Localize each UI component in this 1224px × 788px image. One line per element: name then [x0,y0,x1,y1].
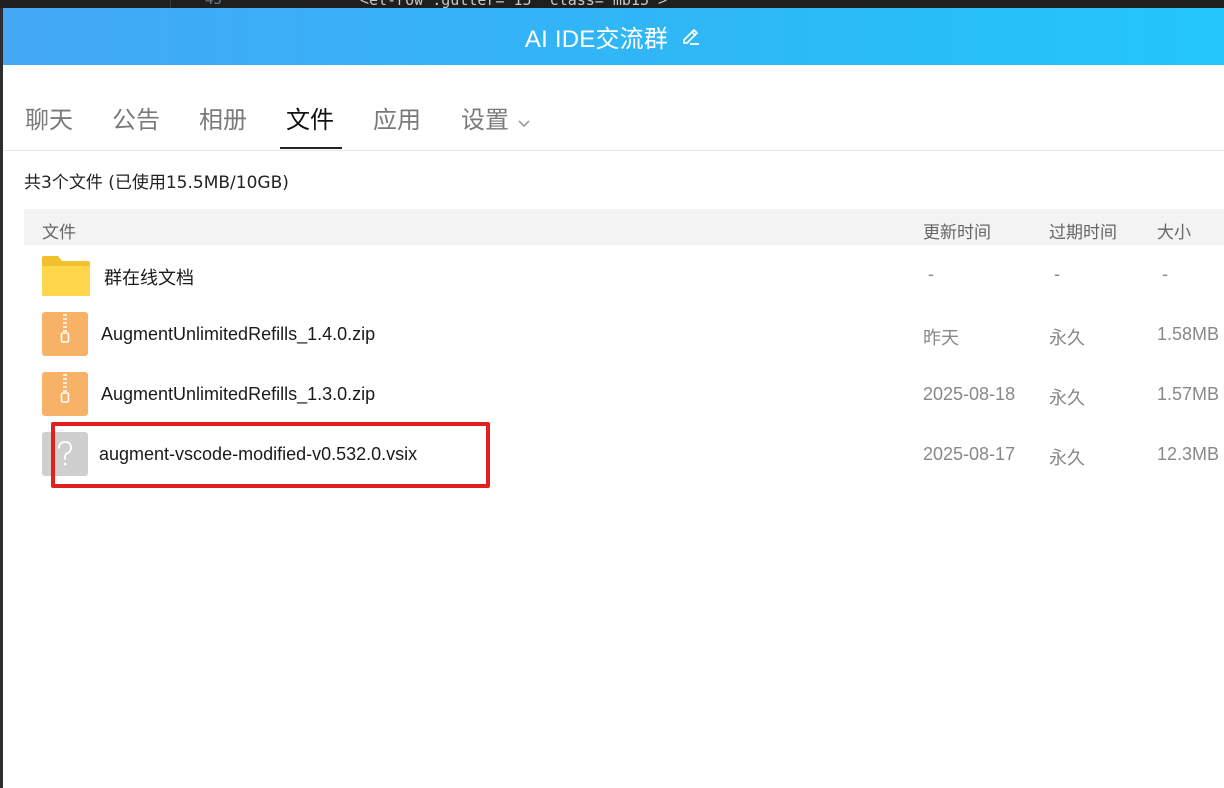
chevron-down-icon [517,106,531,136]
file-name[interactable]: AugmentUnlimitedRefills_1.3.0.zip [101,384,375,405]
file-row-vsix[interactable]: augment-vscode-modified-v0.532.0.vsix 20… [24,426,1224,486]
zip-file-icon [42,312,88,360]
group-files-window: AI IDE交流群 聊天 公告 相册 文件 应用 设置 共3个文件 (已使用15… [3,8,1224,788]
file-updated: 2025-08-17 [923,444,1016,464]
file-row-zip[interactable]: AugmentUnlimitedRefills_1.4.0.zip 昨天 永久 … [24,306,1224,366]
file-updated: - [928,264,934,284]
unknown-file-icon [42,432,88,480]
header-updated-time[interactable]: 更新时间 [923,218,991,243]
header-file[interactable]: 文件 [42,218,76,243]
tab-chat[interactable]: 聊天 [25,105,73,135]
tab-bar: 聊天 公告 相册 文件 应用 设置 [3,65,1224,151]
tab-apps[interactable]: 应用 [373,105,421,135]
file-updated: 2025-08-18 [923,384,1016,404]
tab-announcements[interactable]: 公告 [112,105,160,135]
header-size[interactable]: 大小 [1157,218,1191,243]
file-expires: 永久 [1049,448,1085,468]
tab-album[interactable]: 相册 [199,105,247,135]
file-updated: 昨天 [923,328,959,348]
zip-file-icon [42,372,88,420]
file-name[interactable]: 群在线文档 [104,264,194,290]
editor-gutter-divider [170,0,171,8]
tab-files[interactable]: 文件 [286,105,334,135]
active-tab-indicator [280,147,342,149]
file-table-header: 文件 更新时间 过期时间 大小 [24,209,1224,245]
editor-code-line: <el-row :gutter="15" class="mb15"> [360,0,667,8]
file-row-folder[interactable]: 群在线文档 - - - [24,246,1224,306]
editor-line-number: 43 [205,0,222,8]
file-expires: 永久 [1049,388,1085,408]
edit-pencil-icon[interactable] [680,26,702,48]
group-title: AI IDE交流群 [524,26,669,53]
file-expires: 永久 [1049,328,1085,348]
background-code-editor: 43 <el-row :gutter="15" class="mb15"> [0,0,1224,8]
file-summary: 共3个文件 (已使用15.5MB/10GB) [24,173,289,193]
file-size: 1.57MB [1157,384,1220,404]
file-row-zip[interactable]: AugmentUnlimitedRefills_1.3.0.zip 2025-0… [24,366,1224,426]
file-size: - [1162,264,1168,284]
file-name[interactable]: AugmentUnlimitedRefills_1.4.0.zip [101,324,375,345]
file-size: 12.3MB [1157,444,1220,464]
tab-settings[interactable]: 设置 [461,105,531,136]
header-expire-time[interactable]: 过期时间 [1049,218,1117,243]
file-size: 1.58MB [1157,324,1220,344]
file-name[interactable]: augment-vscode-modified-v0.532.0.vsix [99,444,417,465]
title-bar: AI IDE交流群 [3,8,1224,65]
file-expires: - [1054,264,1060,284]
folder-icon [42,254,90,300]
tab-settings-label: 设置 [461,106,509,134]
